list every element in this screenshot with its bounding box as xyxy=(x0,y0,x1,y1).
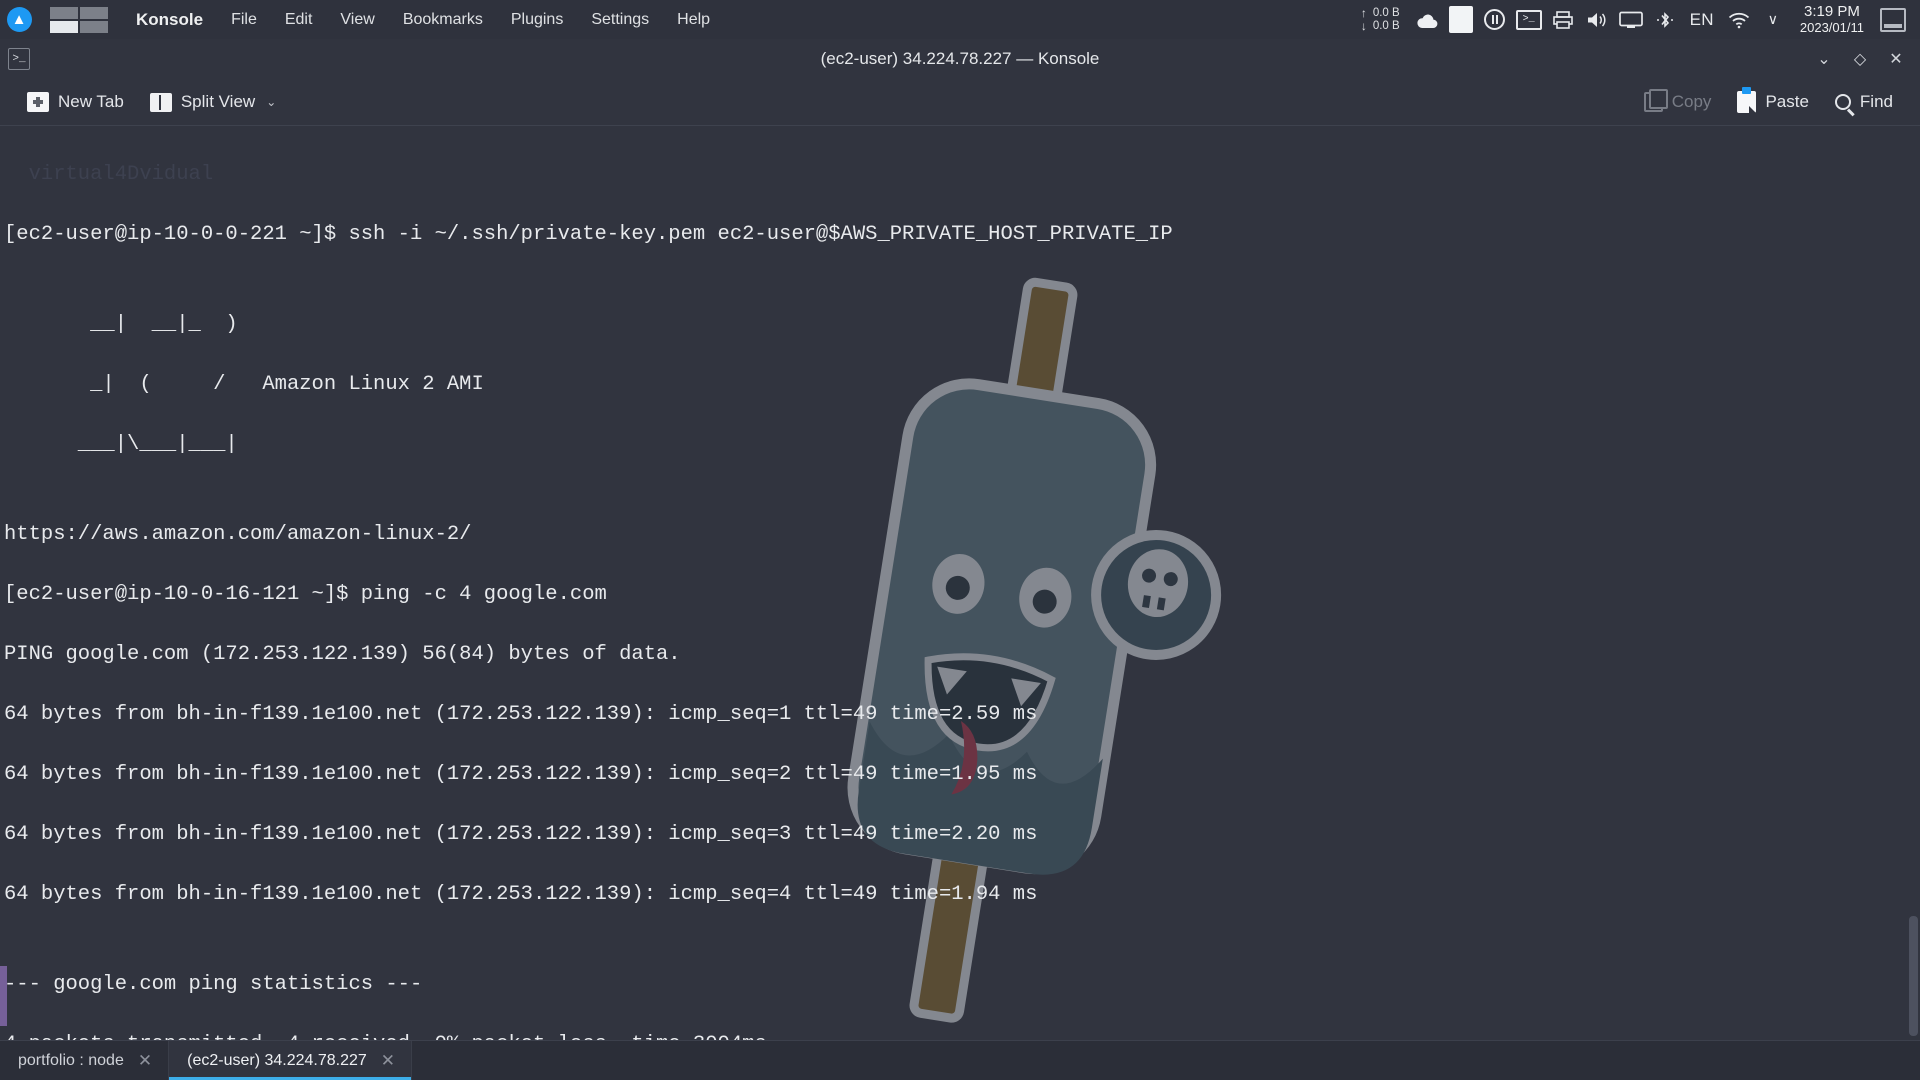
wifi-icon[interactable] xyxy=(1722,0,1756,39)
upload-speed-value: 0.0 B xyxy=(1373,7,1400,20)
volume-icon[interactable] xyxy=(1580,0,1614,39)
konsole-toolbar: New Tab Split View ⌄ Copy Paste Find xyxy=(0,79,1920,126)
new-tab-button[interactable]: New Tab xyxy=(14,82,137,122)
show-desktop-button[interactable] xyxy=(1880,8,1906,32)
terminal-line: ___|\___|___| xyxy=(4,430,1920,460)
terminal-line: --- google.com ping statistics --- xyxy=(4,970,1920,1000)
weather-cloud-icon[interactable] xyxy=(1410,0,1444,39)
window-title-bar[interactable]: >_ (ec2-user) 34.224.78.227 — Konsole ⌄ … xyxy=(0,39,1920,79)
terminal-scrollbar[interactable] xyxy=(1906,126,1920,1040)
clipboard-square xyxy=(1449,6,1473,33)
new-tab-icon xyxy=(27,92,49,112)
terminal-line: [ec2-user@ip-10-0-16-121 ~]$ ping -c 4 g… xyxy=(4,580,1920,610)
menu-item-view[interactable]: View xyxy=(326,0,388,39)
copy-label: Copy xyxy=(1672,92,1712,112)
terminal-line: https://aws.amazon.com/amazon-linux-2/ xyxy=(4,520,1920,550)
paste-label: Paste xyxy=(1765,92,1808,112)
menu-item-edit[interactable]: Edit xyxy=(271,0,327,39)
scrollbar-thumb[interactable] xyxy=(1909,916,1918,1036)
tab-label: (ec2-user) 34.224.78.227 xyxy=(187,1052,367,1070)
tab-label: portfolio : node xyxy=(18,1052,124,1070)
paste-icon xyxy=(1737,91,1756,113)
bluetooth-icon[interactable] xyxy=(1648,0,1682,39)
terminal-line: 64 bytes from bh-in-f139.1e100.net (172.… xyxy=(4,700,1920,730)
tab-portfolio-node[interactable]: portfolio : node ✕ xyxy=(0,1041,169,1080)
copy-icon xyxy=(1644,92,1663,112)
media-pause-icon[interactable] xyxy=(1478,0,1512,39)
close-icon[interactable]: ✕ xyxy=(138,1051,152,1071)
clock-date: 2023/01/11 xyxy=(1800,20,1864,36)
download-speed-value: 0.0 B xyxy=(1373,20,1400,33)
new-tab-label: New Tab xyxy=(58,92,124,112)
application-launcher-button[interactable]: ▲ xyxy=(0,0,38,39)
selection-marker xyxy=(0,966,7,1026)
terminal-line: [ec2-user@ip-10-0-0-221 ~]$ ssh -i ~/.ss… xyxy=(4,220,1920,250)
split-view-button[interactable]: Split View ⌄ xyxy=(137,82,289,122)
menu-item-bookmarks[interactable]: Bookmarks xyxy=(389,0,497,39)
terminal-tray-icon[interactable]: >_ xyxy=(1512,0,1546,39)
find-label: Find xyxy=(1860,92,1893,112)
window-close-button[interactable]: ✕ xyxy=(1886,49,1906,69)
window-terminal-icon: >_ xyxy=(8,48,30,70)
menu-item-plugins[interactable]: Plugins xyxy=(497,0,577,39)
pause-glyph xyxy=(1484,9,1505,30)
terminal-text: virtual4Dvidual [ec2-user@ip-10-0-0-221 … xyxy=(0,126,1920,1040)
terminal-line: 64 bytes from bh-in-f139.1e100.net (172.… xyxy=(4,760,1920,790)
terminal-line: _| ( / Amazon Linux 2 AMI xyxy=(4,370,1920,400)
konsole-tab-bar: portfolio : node ✕ (ec2-user) 34.224.78.… xyxy=(0,1040,1920,1080)
close-icon[interactable]: ✕ xyxy=(381,1051,395,1071)
menu-item-file[interactable]: File xyxy=(217,0,271,39)
digital-clock[interactable]: 3:19 PM 2023/01/11 xyxy=(1790,4,1874,36)
toolbar-right-group: Copy Paste Find xyxy=(1631,82,1906,122)
keyboard-layout-indicator[interactable]: EN xyxy=(1682,10,1722,30)
search-icon xyxy=(1835,94,1851,110)
terminal-output-area[interactable]: virtual4Dvidual [ec2-user@ip-10-0-0-221 … xyxy=(0,126,1920,1040)
terminal-glyph: >_ xyxy=(1516,10,1542,30)
menu-item-help[interactable]: Help xyxy=(663,0,724,39)
network-speed-widget[interactable]: ↑ ↓ 0.0 B 0.0 B xyxy=(1361,7,1400,33)
split-view-icon xyxy=(150,93,172,112)
copy-button[interactable]: Copy xyxy=(1631,82,1725,122)
task-manager-thumbnail[interactable] xyxy=(50,7,108,33)
thumb-cell xyxy=(50,7,78,19)
window-title: (ec2-user) 34.224.78.227 — Konsole xyxy=(0,49,1920,69)
thumb-cell xyxy=(80,21,108,33)
kde-logo-icon: ▲ xyxy=(7,7,32,32)
tab-ec2-user-session[interactable]: (ec2-user) 34.224.78.227 ✕ xyxy=(169,1041,412,1080)
thumb-cell xyxy=(80,7,108,19)
paste-button[interactable]: Paste xyxy=(1724,82,1821,122)
system-tray: ↑ ↓ 0.0 B 0.0 B >_ xyxy=(1361,0,1920,39)
menu-app-name: Konsole xyxy=(122,10,217,30)
tray-expand-chevron-icon[interactable]: ∨ xyxy=(1756,0,1790,39)
global-menu-bar: Konsole File Edit View Bookmarks Plugins… xyxy=(122,0,724,39)
split-view-label: Split View xyxy=(181,92,255,112)
chevron-down-icon: ⌄ xyxy=(266,95,276,109)
find-button[interactable]: Find xyxy=(1822,82,1906,122)
download-arrow-icon: ↓ xyxy=(1361,20,1367,33)
display-icon[interactable] xyxy=(1614,0,1648,39)
window-minimize-button[interactable]: ⌄ xyxy=(1814,49,1834,69)
thumb-cell-active xyxy=(50,21,78,33)
upload-arrow-icon: ↑ xyxy=(1361,7,1367,20)
terminal-line: 64 bytes from bh-in-f139.1e100.net (172.… xyxy=(4,820,1920,850)
konsole-window: >_ (ec2-user) 34.224.78.227 — Konsole ⌄ … xyxy=(0,39,1920,1080)
window-maximize-button[interactable]: ◇ xyxy=(1850,49,1870,69)
clock-time: 3:19 PM xyxy=(1800,4,1864,20)
menu-item-settings[interactable]: Settings xyxy=(577,0,663,39)
terminal-line: 4 packets transmitted, 4 received, 0% pa… xyxy=(4,1030,1920,1040)
clipboard-tray-icon[interactable] xyxy=(1444,0,1478,39)
terminal-ghost-line: virtual4Dvidual xyxy=(4,160,1920,190)
terminal-line: __| __|_ ) xyxy=(4,310,1920,340)
terminal-line: PING google.com (172.253.122.139) 56(84)… xyxy=(4,640,1920,670)
printer-icon[interactable] xyxy=(1546,0,1580,39)
desktop-top-panel: ▲ Konsole File Edit View Bookmarks Plugi… xyxy=(0,0,1920,39)
terminal-line: 64 bytes from bh-in-f139.1e100.net (172.… xyxy=(4,880,1920,910)
